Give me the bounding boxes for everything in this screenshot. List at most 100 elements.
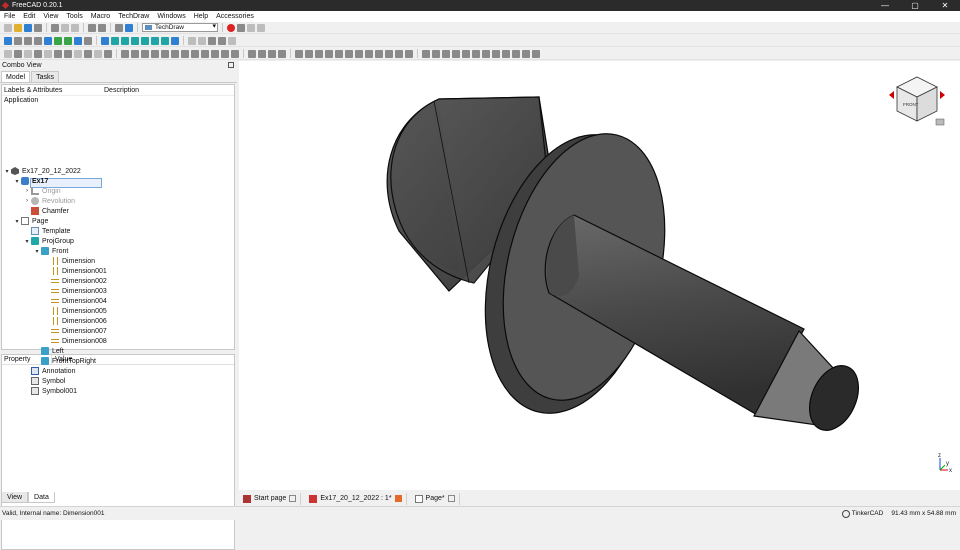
tab-view[interactable]: View bbox=[1, 492, 29, 503]
expand-arrow-icon[interactable]: › bbox=[23, 198, 31, 204]
arc-length-icon[interactable] bbox=[532, 49, 540, 58]
midpoints-icon[interactable] bbox=[345, 49, 353, 58]
expand-arrow-icon[interactable]: ▾ bbox=[23, 238, 31, 245]
doc-tab-start-page[interactable]: Start page bbox=[239, 492, 302, 505]
tree-item-template[interactable]: Template bbox=[23, 226, 70, 236]
td-detail-icon[interactable] bbox=[44, 49, 52, 58]
td-spreadsheet-icon[interactable] bbox=[74, 49, 82, 58]
copy-icon[interactable] bbox=[61, 23, 69, 32]
doc-tab-ex17[interactable]: Ex17_20_12_2022 : 1* bbox=[305, 492, 407, 505]
tab-model[interactable]: Model bbox=[1, 71, 31, 82]
view-rear-icon[interactable] bbox=[141, 36, 149, 45]
paste-icon[interactable] bbox=[71, 23, 79, 32]
menu-help[interactable]: Help bbox=[190, 13, 212, 20]
menu-view[interactable]: View bbox=[39, 13, 62, 20]
macro-stop-icon[interactable] bbox=[237, 23, 245, 32]
tab-tasks[interactable]: Tasks bbox=[31, 71, 59, 82]
close-tab-icon[interactable] bbox=[394, 495, 402, 502]
view-left-icon[interactable] bbox=[161, 36, 169, 45]
tab-data[interactable]: Data bbox=[28, 492, 55, 503]
tolerance-icon[interactable] bbox=[278, 49, 286, 58]
circle-centerlines-icon[interactable] bbox=[472, 49, 480, 58]
dim-angle-icon[interactable] bbox=[171, 49, 179, 58]
tree-item-dimension003[interactable]: Dimension003 bbox=[43, 286, 107, 296]
macro-edit-icon[interactable] bbox=[247, 23, 255, 32]
redo-icon[interactable] bbox=[98, 23, 106, 32]
macro-record-icon[interactable] bbox=[227, 23, 235, 32]
measure-icon[interactable] bbox=[171, 36, 179, 45]
tree-header-labels[interactable]: Labels & Attributes bbox=[2, 85, 104, 95]
tree-item-dimension001[interactable]: Dimension001 bbox=[43, 266, 107, 276]
td-arch-icon[interactable] bbox=[64, 49, 72, 58]
centerline-icon[interactable] bbox=[365, 49, 373, 58]
close-tab-icon[interactable] bbox=[289, 495, 297, 502]
tree-item-fronttopright[interactable]: FrontTopRight bbox=[33, 356, 96, 366]
cut-icon[interactable] bbox=[51, 23, 59, 32]
cosmetic-line-icon[interactable] bbox=[375, 49, 383, 58]
chamfer-dim-icon[interactable] bbox=[502, 49, 510, 58]
td-template-icon[interactable] bbox=[198, 36, 206, 45]
workbench-selector[interactable]: TechDraw bbox=[142, 23, 218, 32]
maximize-button[interactable]: ▢ bbox=[900, 0, 930, 11]
expand-arrow-icon[interactable]: ▾ bbox=[13, 178, 21, 185]
td-section-icon[interactable] bbox=[34, 49, 42, 58]
td-image-icon[interactable] bbox=[104, 49, 112, 58]
menu-windows[interactable]: Windows bbox=[153, 13, 189, 20]
view-top-icon[interactable] bbox=[121, 36, 129, 45]
insert-prefix-icon[interactable] bbox=[512, 49, 520, 58]
td-clip-icon[interactable] bbox=[84, 49, 92, 58]
tree-item-dimension007[interactable]: Dimension007 bbox=[43, 326, 107, 336]
expand-arrow-icon[interactable]: ▾ bbox=[3, 168, 11, 175]
save-icon[interactable] bbox=[24, 23, 32, 32]
td-projgroup-icon[interactable] bbox=[24, 49, 32, 58]
tree-item-dimension006[interactable]: Dimension006 bbox=[43, 316, 107, 326]
draw-style-icon[interactable] bbox=[24, 36, 32, 45]
tree-item-symbol[interactable]: Symbol bbox=[23, 376, 65, 386]
td-redraw-icon[interactable] bbox=[208, 36, 216, 45]
dim-repair-icon[interactable] bbox=[231, 49, 239, 58]
geom-hatch-icon[interactable] bbox=[268, 49, 276, 58]
dim-link-icon[interactable] bbox=[201, 49, 209, 58]
tree-header-description[interactable]: Description bbox=[104, 85, 139, 95]
tree-item-origin[interactable]: › Origin bbox=[23, 186, 61, 196]
tree-item-chamfer[interactable]: Chamfer bbox=[23, 206, 69, 216]
show-all-icon[interactable] bbox=[395, 49, 403, 58]
expand-arrow-icon[interactable]: ▾ bbox=[13, 218, 21, 225]
shorten-line-icon[interactable] bbox=[432, 49, 440, 58]
view-isometric-icon[interactable] bbox=[44, 36, 52, 45]
tree-item-dimension005[interactable]: Dimension005 bbox=[43, 306, 107, 316]
expand-arrow-icon[interactable]: › bbox=[23, 188, 31, 194]
view-bottom-icon[interactable] bbox=[151, 36, 159, 45]
undo-icon[interactable] bbox=[88, 23, 96, 32]
save-as-icon[interactable] bbox=[34, 23, 42, 32]
navigation-cube[interactable]: FRONT bbox=[889, 76, 945, 126]
menu-accessories[interactable]: Accessories bbox=[212, 13, 258, 20]
tree-item-dimension002[interactable]: Dimension002 bbox=[43, 276, 107, 286]
dim-length-icon[interactable] bbox=[121, 49, 129, 58]
3d-model-canvas[interactable]: FRONT x y z bbox=[239, 61, 960, 490]
tree-item-revolution[interactable]: › Revolution bbox=[23, 196, 75, 206]
fit-all-icon[interactable] bbox=[4, 36, 12, 45]
thread-hole-icon[interactable] bbox=[442, 49, 450, 58]
minimize-button[interactable]: — bbox=[870, 0, 900, 11]
line-attributes-icon[interactable] bbox=[405, 49, 413, 58]
annotation-tool-icon[interactable] bbox=[295, 49, 303, 58]
nav-forward-icon[interactable] bbox=[64, 36, 72, 45]
td-symbol-icon[interactable] bbox=[94, 49, 102, 58]
vertex-at-intersection-icon[interactable] bbox=[462, 49, 470, 58]
dim-landmark-icon[interactable] bbox=[221, 49, 229, 58]
dim-radius-icon[interactable] bbox=[151, 49, 159, 58]
dim-diameter-icon[interactable] bbox=[161, 49, 169, 58]
view-front-icon[interactable] bbox=[111, 36, 119, 45]
menu-macro[interactable]: Macro bbox=[87, 13, 114, 20]
td-print-icon[interactable] bbox=[218, 36, 226, 45]
close-tab-icon[interactable] bbox=[447, 495, 455, 502]
td-draft-icon[interactable] bbox=[54, 49, 62, 58]
tree-item-ex17-20-12-2022[interactable]: ▾ Ex17_20_12_2022 bbox=[3, 166, 81, 176]
tree-item-dimension[interactable]: Dimension bbox=[43, 256, 95, 266]
leader-line-icon[interactable] bbox=[305, 49, 313, 58]
chain-dim-icon[interactable] bbox=[482, 49, 490, 58]
weld-symbol-icon[interactable] bbox=[248, 49, 256, 58]
dim-balloon-icon[interactable] bbox=[211, 49, 219, 58]
extend-line-icon[interactable] bbox=[422, 49, 430, 58]
